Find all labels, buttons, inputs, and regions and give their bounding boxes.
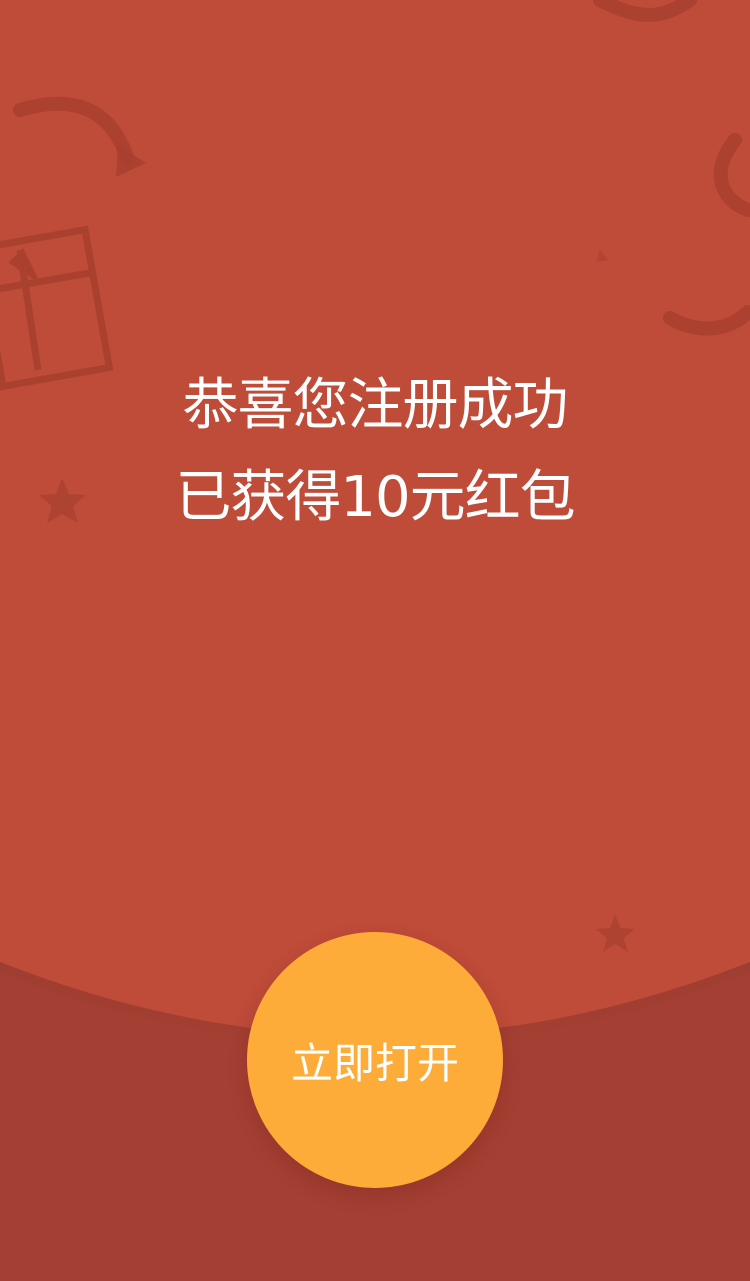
open-now-button[interactable]: 立即打开: [247, 932, 503, 1188]
open-now-button-label: 立即打开: [290, 1038, 459, 1088]
headline-line-2: 已获得10元红包: [175, 465, 575, 530]
headline-line-1: 恭喜您注册成功: [182, 373, 569, 438]
congratulations-message: 恭喜您注册成功 已获得10元红包: [0, 360, 750, 544]
red-envelope-page: 恭喜您注册成功 已获得10元红包 立即打开: [0, 0, 750, 1281]
